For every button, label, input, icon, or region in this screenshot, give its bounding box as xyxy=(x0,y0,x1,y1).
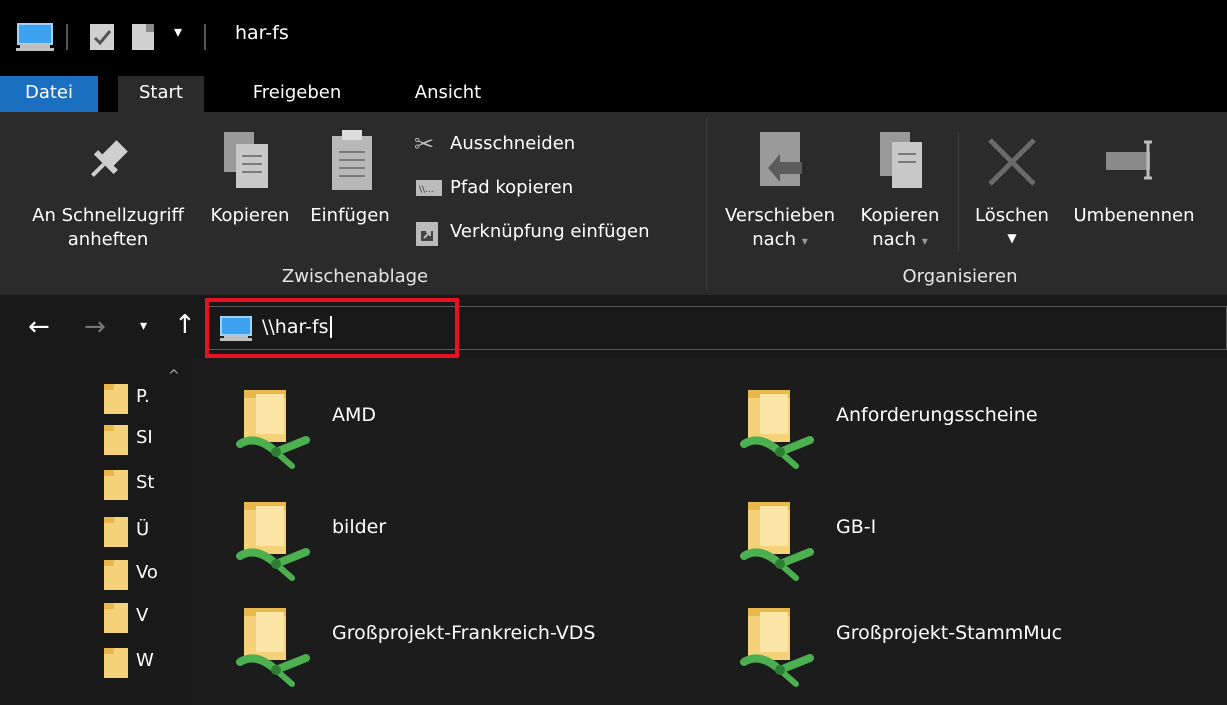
pin-quick-access-button[interactable]: An Schnellzugriff anheften xyxy=(10,128,206,260)
delete-label: Löschen xyxy=(975,205,1049,226)
svg-text:\\...: \\... xyxy=(419,185,434,195)
computer-icon xyxy=(220,316,252,341)
network-share-item[interactable]: GB-I xyxy=(740,490,1210,586)
recent-locations-chevron-icon[interactable]: ▾ xyxy=(140,318,147,334)
paste-shortcut-label: Verknüpfung einfügen xyxy=(450,221,650,242)
forward-arrow-icon[interactable]: → xyxy=(84,312,106,342)
share-name: GB-I xyxy=(836,516,877,538)
sidebar-item[interactable]: V xyxy=(104,601,184,635)
sidebar-item-label: St xyxy=(136,472,155,493)
network-folder-icon xyxy=(740,390,814,469)
share-name: Anforderungsscheine xyxy=(836,404,1038,426)
title-bar: ▾ har-fs xyxy=(0,0,1227,76)
share-name: Großprojekt-Frankreich-VDS xyxy=(332,622,596,644)
network-folder-icon xyxy=(236,502,310,581)
rename-button[interactable]: Umbenennen xyxy=(1062,128,1206,260)
tab-ansicht[interactable]: Ansicht xyxy=(398,76,498,112)
tab-datei[interactable]: Datei xyxy=(0,76,98,112)
folder-icon xyxy=(104,603,128,633)
path-icon: \\... xyxy=(416,180,442,196)
move-to-button[interactable]: Verschieben nach ▾ xyxy=(714,128,846,260)
copy-path-button[interactable]: \\... Pfad kopieren xyxy=(410,172,700,208)
move-to-label-line2: nach ▾ xyxy=(752,229,808,250)
folder-icon xyxy=(104,648,128,678)
tab-freigeben[interactable]: Freigeben xyxy=(232,76,362,112)
group-label-organize: Organisieren xyxy=(902,266,1018,287)
ribbon-group-divider xyxy=(706,118,707,290)
paste-button[interactable]: Einfügen xyxy=(300,128,400,260)
address-path[interactable]: \\har-fs xyxy=(262,316,332,338)
cut-button[interactable]: ✂ Ausschneiden xyxy=(410,128,700,164)
network-share-item[interactable]: Großprojekt-StammMuc xyxy=(740,596,1210,692)
delete-button[interactable]: Löschen ▼ xyxy=(964,128,1060,260)
folder-icon xyxy=(104,384,128,414)
paste-label: Einfügen xyxy=(310,205,390,226)
delete-x-icon xyxy=(988,138,1036,186)
sidebar-item[interactable]: Vo xyxy=(104,558,184,592)
sidebar-item[interactable]: W xyxy=(104,646,184,680)
pin-label-line2: anheften xyxy=(67,229,149,250)
sidebar-item-label: W xyxy=(136,650,154,671)
share-name: AMD xyxy=(332,404,377,426)
network-folder-icon xyxy=(236,608,310,687)
copy-button[interactable]: Kopieren xyxy=(202,128,298,260)
pin-label-line1: An Schnellzugriff xyxy=(32,205,184,226)
sidebar-item-label: Ü xyxy=(136,519,150,540)
ribbon-divider xyxy=(958,132,959,252)
dropdown-arrow-icon: ▾ xyxy=(921,234,928,248)
sidebar-item[interactable]: P. xyxy=(104,382,184,416)
copy-to-icon xyxy=(880,132,922,188)
network-share-item[interactable]: Großprojekt-Frankreich-VDS xyxy=(236,596,706,692)
copy-to-label-line1: Kopieren xyxy=(860,205,940,226)
network-share-item[interactable]: bilder xyxy=(236,490,706,586)
new-folder-icon[interactable] xyxy=(130,22,158,52)
pin-icon xyxy=(91,140,128,177)
properties-icon[interactable] xyxy=(88,22,116,52)
rename-icon xyxy=(1106,140,1152,180)
shortcut-icon xyxy=(416,222,438,246)
folder-icon xyxy=(104,470,128,500)
paste-icon xyxy=(332,130,372,190)
sidebar-item[interactable]: Ü xyxy=(104,515,184,549)
move-to-icon xyxy=(760,132,802,186)
network-folder-icon xyxy=(740,608,814,687)
rename-label: Umbenennen xyxy=(1073,205,1195,226)
move-to-label-line1: Verschieben xyxy=(724,205,836,226)
network-folder-icon xyxy=(740,502,814,581)
copy-icon xyxy=(224,132,268,188)
network-share-item[interactable]: AMD xyxy=(236,378,706,474)
folder-icon xyxy=(104,517,128,547)
cut-label: Ausschneiden xyxy=(450,133,576,154)
dropdown-arrow-icon: ▾ xyxy=(801,234,808,248)
group-label-clipboard: Zwischenablage xyxy=(281,266,429,287)
chevron-down-icon: ▼ xyxy=(1007,231,1017,245)
scissors-icon: ✂ xyxy=(414,130,435,158)
sidebar-item-label: V xyxy=(136,605,149,626)
network-folder-icon xyxy=(236,390,310,469)
copy-to-label-line2: nach ▾ xyxy=(872,229,928,250)
sidebar-item-label: SI xyxy=(136,427,153,448)
up-arrow-icon[interactable]: ↑ xyxy=(174,310,196,340)
copy-path-label: Pfad kopieren xyxy=(450,177,574,198)
share-name: bilder xyxy=(332,516,387,538)
chevron-down-icon[interactable]: ▾ xyxy=(174,22,182,41)
sidebar-item[interactable]: SI xyxy=(104,423,184,457)
computer-icon[interactable] xyxy=(16,22,54,52)
share-name: Großprojekt-StammMuc xyxy=(836,622,1063,644)
tab-start[interactable]: Start xyxy=(118,76,204,112)
sidebar-item-label: P. xyxy=(136,386,150,407)
folder-icon xyxy=(104,425,128,455)
window-title: har-fs xyxy=(235,22,289,44)
paste-shortcut-button[interactable]: Verknüpfung einfügen xyxy=(410,216,700,252)
copy-label: Kopieren xyxy=(210,205,290,226)
back-arrow-icon[interactable]: ← xyxy=(28,312,50,342)
sidebar-item-label: Vo xyxy=(136,562,158,583)
folder-icon xyxy=(104,560,128,590)
sidebar-item[interactable]: St xyxy=(104,468,184,502)
copy-to-button[interactable]: Kopieren nach ▾ xyxy=(850,128,950,260)
network-share-item[interactable]: Anforderungsscheine xyxy=(740,378,1210,474)
text-cursor xyxy=(329,316,332,338)
